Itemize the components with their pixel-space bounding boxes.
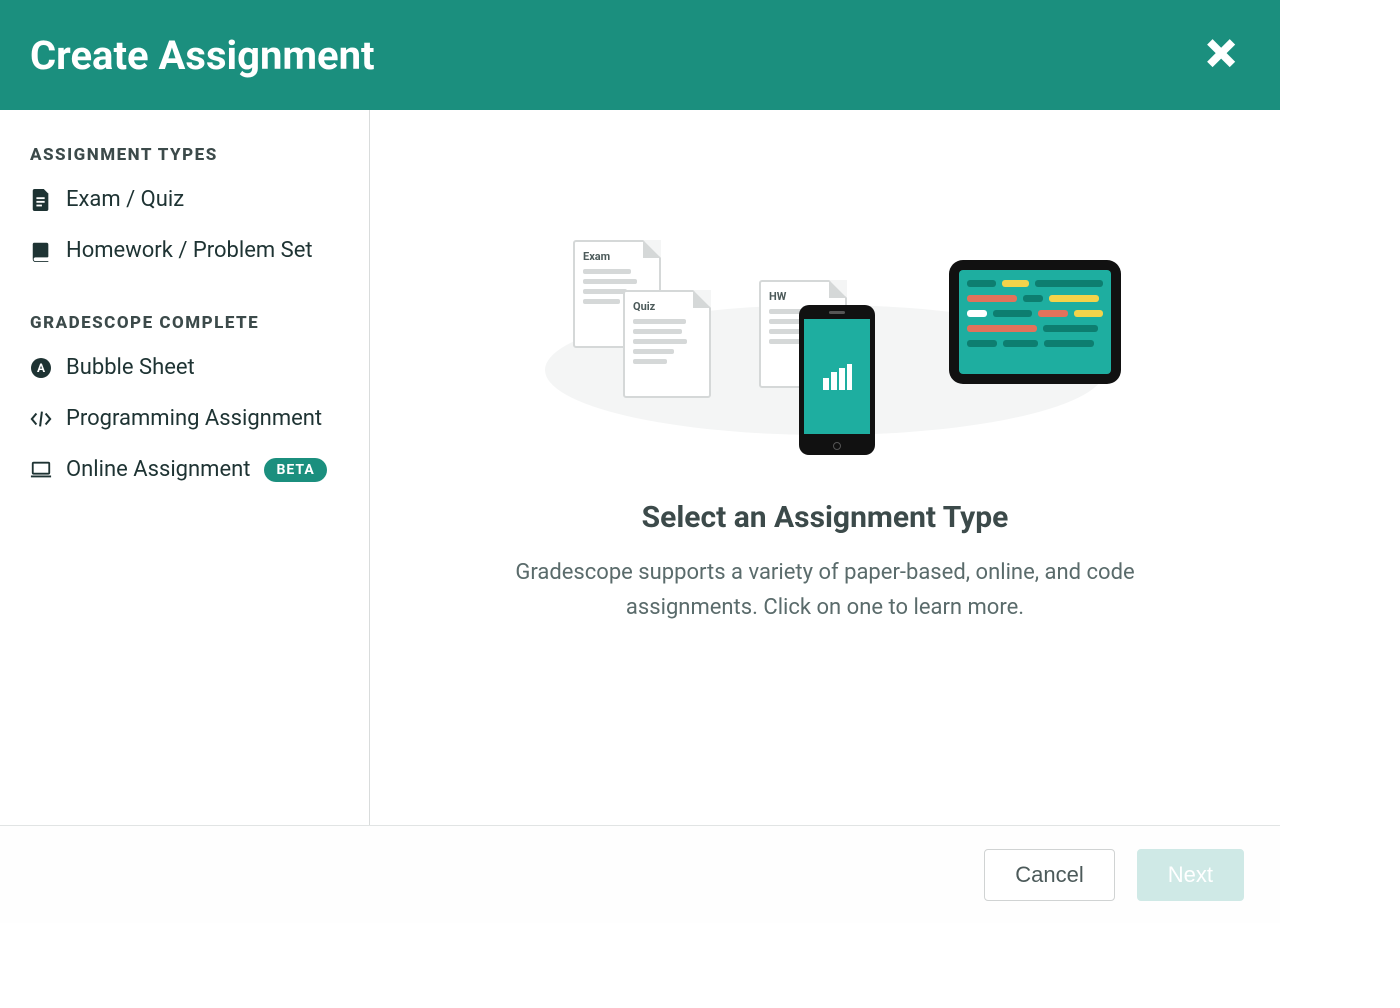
svg-text:A: A bbox=[37, 361, 46, 375]
type-bubble-sheet[interactable]: A Bubble Sheet bbox=[30, 355, 339, 380]
type-programming[interactable]: Programming Assignment bbox=[30, 406, 339, 431]
code-icon bbox=[30, 408, 52, 430]
type-label: Exam / Quiz bbox=[66, 187, 184, 212]
type-online-assignment[interactable]: Online Assignment BETA bbox=[30, 457, 339, 482]
bubble-a-icon: A bbox=[30, 357, 52, 379]
assignment-illustration: Exam Quiz HW bbox=[535, 250, 1115, 470]
modal-header: Create Assignment bbox=[0, 0, 1280, 110]
type-exam-quiz[interactable]: Exam / Quiz bbox=[30, 187, 339, 212]
type-label: Homework / Problem Set bbox=[66, 238, 313, 263]
type-label: Online Assignment bbox=[66, 457, 250, 482]
laptop-icon bbox=[30, 459, 52, 481]
type-label: Programming Assignment bbox=[66, 406, 322, 431]
close-icon[interactable] bbox=[1204, 36, 1238, 74]
main-heading: Select an Assignment Type bbox=[642, 500, 1009, 535]
type-label: Bubble Sheet bbox=[66, 355, 195, 380]
illus-tablet bbox=[949, 260, 1121, 384]
modal-body: ASSIGNMENT TYPES Exam / Quiz Homework / … bbox=[0, 110, 1280, 825]
book-icon bbox=[30, 240, 52, 262]
document-icon bbox=[30, 189, 52, 211]
section-heading-complete: GRADESCOPE COMPLETE bbox=[30, 313, 339, 333]
section-heading-types: ASSIGNMENT TYPES bbox=[30, 145, 339, 165]
cancel-button[interactable]: Cancel bbox=[984, 849, 1114, 901]
sidebar: ASSIGNMENT TYPES Exam / Quiz Homework / … bbox=[0, 110, 370, 825]
illus-phone bbox=[799, 305, 875, 455]
main-panel: Exam Quiz HW bbox=[370, 110, 1280, 825]
illus-doc-quiz: Quiz bbox=[623, 290, 711, 398]
modal-footer: Cancel Next bbox=[0, 825, 1280, 923]
next-button[interactable]: Next bbox=[1137, 849, 1244, 901]
beta-badge: BETA bbox=[264, 458, 326, 482]
main-description: Gradescope supports a variety of paper-b… bbox=[505, 555, 1145, 625]
type-homework[interactable]: Homework / Problem Set bbox=[30, 238, 339, 263]
modal-title: Create Assignment bbox=[30, 32, 375, 79]
bar-chart-icon bbox=[822, 364, 852, 390]
